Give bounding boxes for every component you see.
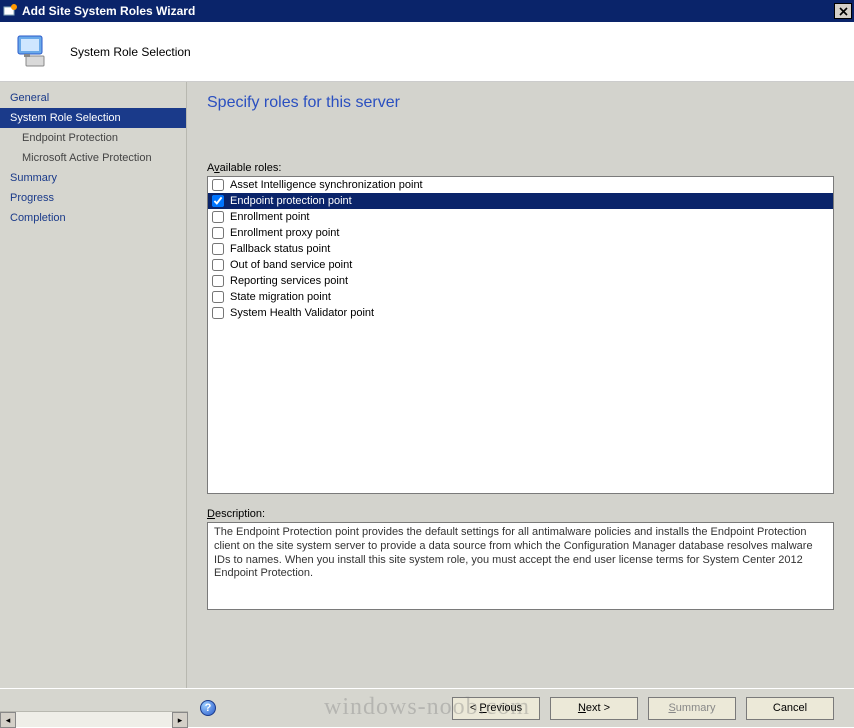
role-label: Enrollment point	[230, 211, 310, 223]
role-row[interactable]: Enrollment point	[208, 209, 833, 225]
role-label: Out of band service point	[230, 259, 352, 271]
role-row[interactable]: System Health Validator point	[208, 305, 833, 321]
role-label: Fallback status point	[230, 243, 330, 255]
role-row[interactable]: Reporting services point	[208, 273, 833, 289]
next-button[interactable]: Next >	[550, 697, 638, 720]
content-panel: Specify roles for this server Available …	[187, 82, 854, 688]
description-text: The Endpoint Protection point provides t…	[207, 522, 834, 610]
wizard-nav-sidebar: GeneralSystem Role SelectionEndpoint Pro…	[0, 82, 187, 688]
role-label: Endpoint protection point	[230, 195, 352, 207]
nav-item-summary[interactable]: Summary	[0, 168, 186, 188]
wizard-icon	[2, 3, 18, 19]
role-checkbox[interactable]	[212, 211, 224, 223]
nav-item-progress[interactable]: Progress	[0, 188, 186, 208]
role-row[interactable]: Endpoint protection point	[208, 193, 833, 209]
role-checkbox[interactable]	[212, 227, 224, 239]
role-checkbox[interactable]	[212, 179, 224, 191]
role-label: Asset Intelligence synchronization point	[230, 179, 423, 191]
available-roles-label: Available roles:	[207, 162, 834, 174]
available-roles-list[interactable]: Asset Intelligence synchronization point…	[207, 176, 834, 494]
nav-item-endpoint-protection[interactable]: Endpoint Protection	[0, 128, 186, 148]
role-checkbox[interactable]	[212, 307, 224, 319]
role-row[interactable]: Asset Intelligence synchronization point	[208, 177, 833, 193]
nav-item-general[interactable]: General	[0, 88, 186, 108]
summary-button[interactable]: Summary	[648, 697, 736, 720]
role-label: Enrollment proxy point	[230, 227, 339, 239]
description-label: Description:	[207, 508, 834, 520]
role-checkbox[interactable]	[212, 291, 224, 303]
header-title: System Role Selection	[70, 45, 191, 59]
nav-item-system-role-selection[interactable]: System Role Selection	[0, 108, 186, 128]
nav-item-completion[interactable]: Completion	[0, 208, 186, 228]
close-icon	[839, 7, 848, 16]
scroll-track[interactable]	[16, 712, 172, 727]
role-checkbox[interactable]	[212, 275, 224, 287]
role-checkbox[interactable]	[212, 243, 224, 255]
help-icon[interactable]: ?	[200, 700, 216, 716]
page-heading: Specify roles for this server	[207, 94, 834, 112]
close-button[interactable]	[834, 3, 852, 19]
header-band: System Role Selection	[0, 22, 854, 82]
cancel-button[interactable]: Cancel	[746, 697, 834, 720]
previous-button[interactable]: < Previous	[452, 697, 540, 720]
main-area: GeneralSystem Role SelectionEndpoint Pro…	[0, 82, 854, 688]
scroll-left-icon[interactable]: ◂	[0, 712, 16, 728]
role-checkbox[interactable]	[212, 259, 224, 271]
nav-item-microsoft-active-protection[interactable]: Microsoft Active Protection	[0, 148, 186, 168]
role-row[interactable]: Fallback status point	[208, 241, 833, 257]
horizontal-scrollbar[interactable]: ◂ ▸	[0, 711, 188, 727]
title-bar: Add Site System Roles Wizard	[0, 0, 854, 22]
role-label: State migration point	[230, 291, 331, 303]
role-row[interactable]: Enrollment proxy point	[208, 225, 833, 241]
scroll-right-icon[interactable]: ▸	[172, 712, 188, 728]
role-label: System Health Validator point	[230, 307, 374, 319]
role-checkbox[interactable]	[212, 195, 224, 207]
window-title: Add Site System Roles Wizard	[22, 4, 834, 18]
role-row[interactable]: Out of band service point	[208, 257, 833, 273]
role-label: Reporting services point	[230, 275, 348, 287]
role-row[interactable]: State migration point	[208, 289, 833, 305]
computer-monitor-icon	[12, 30, 56, 74]
